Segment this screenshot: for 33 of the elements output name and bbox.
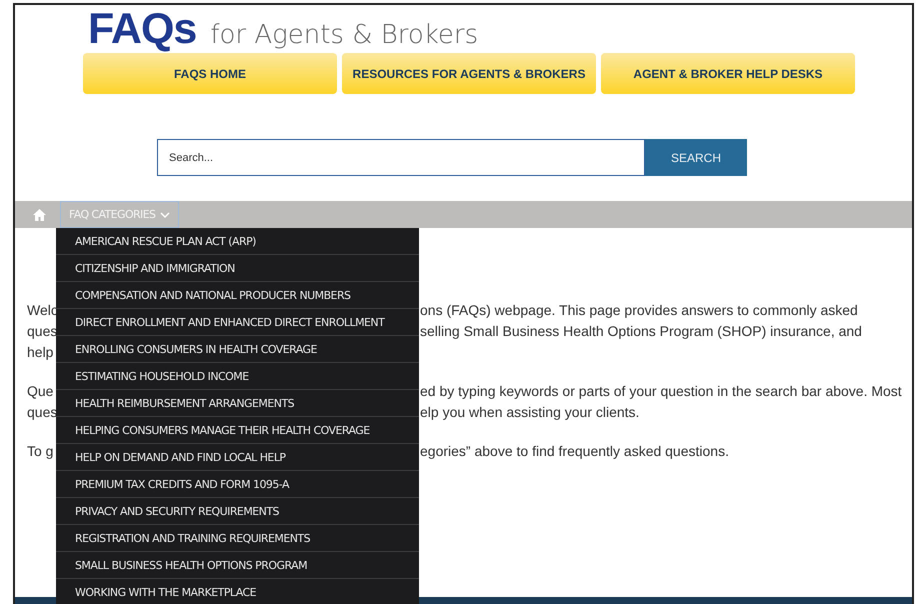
category-menu-item[interactable]: CITIZENSHIP AND IMMIGRATION <box>56 255 419 282</box>
paragraph-text: Welc <box>27 301 55 320</box>
paragraph-text: ed by typing keywords or parts of your question in the search bar above. Most <box>420 382 903 401</box>
logo-mark: FAQs <box>88 7 196 51</box>
nav-button[interactable]: RESOURCES FOR AGENTS & BROKERS <box>342 53 596 94</box>
category-menu-item[interactable]: PREMIUM TAX CREDITS AND FORM 1095-A <box>56 471 419 498</box>
category-menu-item[interactable]: ENROLLING CONSUMERS IN HEALTH COVERAGE <box>56 336 419 363</box>
home-icon[interactable] <box>33 209 46 221</box>
category-menu-item[interactable]: HEALTH REIMBURSEMENT ARRANGEMENTS <box>56 390 419 417</box>
category-menu-item[interactable]: REGISTRATION AND TRAINING REQUIREMENTS <box>56 525 419 552</box>
search-button[interactable]: SEARCH <box>645 139 747 176</box>
category-menu-item[interactable]: PRIVACY AND SECURITY REQUIREMENTS <box>56 498 419 525</box>
paragraph-text: elp you when assisting your clients. <box>420 403 640 422</box>
paragraph-text: Que <box>27 382 54 401</box>
paragraph-text: ons (FAQs) webpage. This page provides answers to commonly asked <box>420 301 859 320</box>
paragraph-text: selling Small Business Health Options Program (SHOP) insurance, and <box>420 322 863 341</box>
nav-button[interactable]: AGENT & BROKER HELP DESKS <box>601 53 855 94</box>
chevron-icon <box>160 212 170 218</box>
paragraph-text: egories” above to find frequently asked questions. <box>420 442 730 461</box>
category-menu-item[interactable]: ESTIMATING HOUSEHOLD INCOME <box>56 363 419 390</box>
category-menu-item[interactable]: SMALL BUSINESS HEALTH OPTIONS PROGRAM <box>56 552 419 579</box>
paragraph-text: To g <box>27 442 54 461</box>
search-field[interactable]: Search... <box>157 139 645 176</box>
paragraph-text: ques <box>27 403 55 422</box>
category-menu-item[interactable]: DIRECT ENROLLMENT AND ENHANCED DIRECT ENROLLMENT <box>56 309 419 336</box>
paragraph-text: ques <box>27 322 55 341</box>
paragraph-text: help <box>27 343 54 362</box>
category-menu-item[interactable]: AMERICAN RESCUE PLAN ACT (ARP) <box>56 228 419 255</box>
category-menu-item[interactable]: HELP ON DEMAND AND FIND LOCAL HELP <box>56 444 419 471</box>
category-menu-item[interactable]: COMPENSATION AND NATIONAL PRODUCER NUMBERS <box>56 282 419 309</box>
nav-button[interactable]: FAQS HOME <box>83 53 337 94</box>
category-menu-item[interactable]: HELPING CONSUMERS MANAGE THEIR HEALTH COVERAGE <box>56 417 419 444</box>
logo-tagline: for Agents & Brokers <box>210 20 478 50</box>
